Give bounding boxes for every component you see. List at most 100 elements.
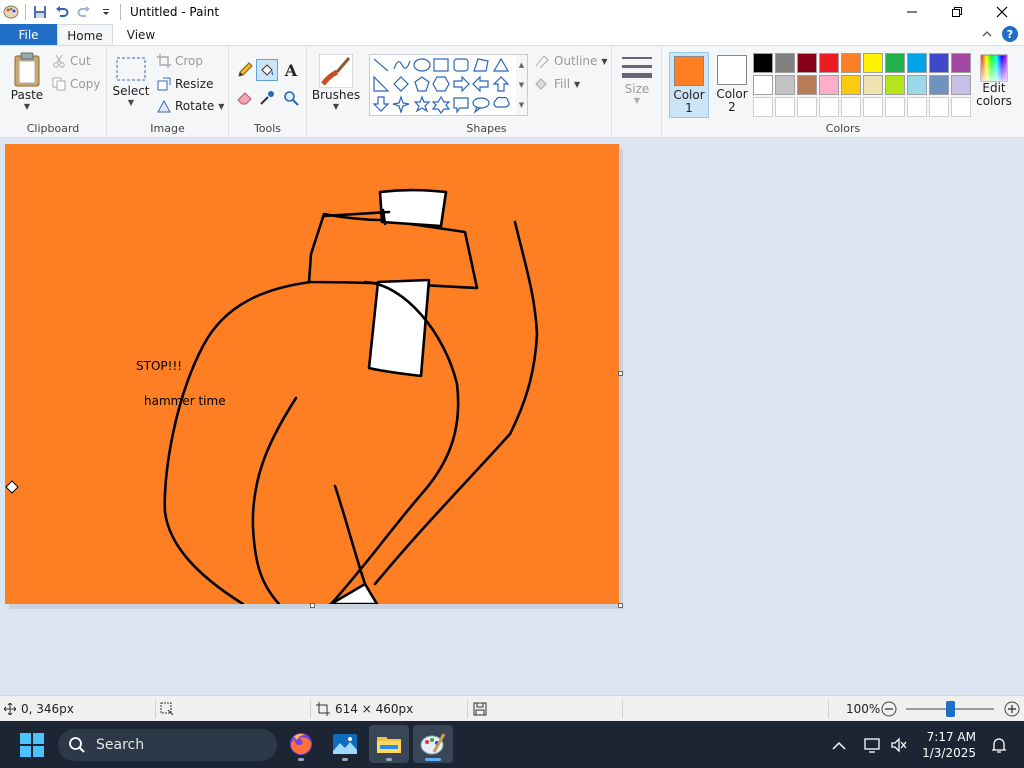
palette-swatch[interactable] <box>797 53 817 73</box>
volume-muted-icon[interactable] <box>890 736 908 753</box>
palette-swatch[interactable] <box>907 97 927 117</box>
taskbar-file-explorer[interactable] <box>369 725 409 763</box>
polygon-shape-icon[interactable] <box>473 58 489 72</box>
undo-icon[interactable] <box>51 1 73 23</box>
chevron-up-icon[interactable] <box>832 740 846 750</box>
canvas-resize-handle-right[interactable] <box>618 371 623 376</box>
minimize-button[interactable] <box>889 0 934 24</box>
line-shape-icon[interactable] <box>373 58 389 72</box>
palette-swatch[interactable] <box>951 75 971 95</box>
triangle-shape-icon[interactable] <box>492 57 510 72</box>
palette-swatch[interactable] <box>797 97 817 117</box>
size-button[interactable]: Size ▼ <box>618 54 656 105</box>
cut-button[interactable]: Cut <box>52 54 91 68</box>
help-icon[interactable]: ? <box>1002 26 1018 42</box>
tab-home[interactable]: Home <box>57 24 113 46</box>
rotate-button[interactable]: Rotate ▼ <box>157 99 224 113</box>
palette-swatch[interactable] <box>885 75 905 95</box>
palette-swatch[interactable] <box>951 97 971 117</box>
four-point-star-shape-icon[interactable] <box>392 95 410 114</box>
palette-swatch[interactable] <box>929 53 949 73</box>
palette-swatch[interactable] <box>775 75 795 95</box>
palette-swatch[interactable] <box>951 53 971 73</box>
palette-swatch[interactable] <box>929 75 949 95</box>
palette-swatch[interactable] <box>885 53 905 73</box>
hexagon-shape-icon[interactable] <box>432 76 450 92</box>
oval-callout-shape-icon[interactable] <box>472 97 490 114</box>
palette-swatch[interactable] <box>907 75 927 95</box>
palette-swatch[interactable] <box>775 53 795 73</box>
fill-button[interactable]: Fill ▼ <box>534 77 580 91</box>
start-button[interactable] <box>20 733 44 760</box>
outline-button[interactable]: Outline ▼ <box>534 54 608 68</box>
palette-swatch[interactable] <box>753 75 773 95</box>
redo-icon[interactable] <box>73 1 95 23</box>
right-triangle-shape-icon[interactable] <box>373 75 390 92</box>
select-button[interactable]: Select ▼ <box>112 56 150 107</box>
minimize-ribbon-icon[interactable] <box>982 30 992 38</box>
scroll-down-icon[interactable]: ▼ <box>519 81 524 89</box>
magnifier-tool[interactable] <box>281 88 301 108</box>
palette-swatch[interactable] <box>841 75 861 95</box>
canvas-resize-handle-bottom[interactable] <box>310 603 315 608</box>
palette-swatch[interactable] <box>929 97 949 117</box>
drawing-canvas[interactable]: STOP!!! hammer time <box>5 144 619 604</box>
brushes-button[interactable]: Brushes ▼ <box>312 54 360 111</box>
taskbar-firefox[interactable] <box>281 725 321 763</box>
customize-qat-icon[interactable] <box>95 1 117 23</box>
paste-button[interactable]: Paste ▼ <box>8 52 46 111</box>
close-button[interactable] <box>979 0 1024 24</box>
scroll-up-icon[interactable]: ▲ <box>519 61 524 69</box>
canvas-resize-handle-corner[interactable] <box>618 603 623 608</box>
curve-shape-icon[interactable] <box>393 60 411 70</box>
palette-swatch[interactable] <box>863 53 883 73</box>
copy-button[interactable]: Copy <box>52 77 100 91</box>
notification-bell-icon[interactable] <box>990 736 1008 754</box>
palette-swatch[interactable] <box>753 97 773 117</box>
resize-button[interactable]: Resize <box>157 77 213 91</box>
eraser-tool[interactable] <box>235 88 255 108</box>
taskbar-search[interactable]: Search <box>58 729 277 761</box>
palette-swatch[interactable] <box>863 75 883 95</box>
paint-app-icon[interactable] <box>0 1 22 23</box>
tab-view[interactable]: View <box>118 24 164 46</box>
palette-swatch[interactable] <box>885 97 905 117</box>
rectangle-shape-icon[interactable] <box>433 58 449 72</box>
taskbar-photos[interactable] <box>325 725 365 763</box>
color-picker-tool[interactable] <box>257 88 277 108</box>
palette-swatch[interactable] <box>863 97 883 117</box>
palette-swatch[interactable] <box>907 53 927 73</box>
palette-swatch[interactable] <box>819 53 839 73</box>
save-icon[interactable] <box>29 1 51 23</box>
zoom-out-button[interactable] <box>881 696 897 722</box>
taskbar-paint[interactable] <box>413 725 453 763</box>
down-arrow-shape-icon[interactable] <box>372 96 390 112</box>
palette-swatch[interactable] <box>841 53 861 73</box>
color-2-button[interactable]: Color 2 <box>712 52 752 118</box>
five-point-star-shape-icon[interactable] <box>413 95 431 113</box>
six-point-star-shape-icon[interactable] <box>431 95 451 114</box>
palette-swatch[interactable] <box>819 97 839 117</box>
left-arrow-shape-icon[interactable] <box>472 75 489 93</box>
rounded-callout-shape-icon[interactable] <box>453 97 469 114</box>
taskbar-clock[interactable]: 7:17 AM 1/3/2025 <box>922 729 976 761</box>
zoom-slider-thumb[interactable] <box>946 701 955 717</box>
oval-shape-icon[interactable] <box>413 58 431 72</box>
text-tool[interactable]: A <box>281 60 301 80</box>
pencil-tool[interactable] <box>235 60 255 80</box>
palette-swatch[interactable] <box>841 97 861 117</box>
pentagon-shape-icon[interactable] <box>414 76 430 92</box>
palette-swatch[interactable] <box>797 75 817 95</box>
diamond-shape-icon[interactable] <box>393 76 409 92</box>
restore-button[interactable] <box>934 0 979 24</box>
tab-file[interactable]: File <box>0 24 57 46</box>
rounded-rectangle-shape-icon[interactable] <box>453 58 469 72</box>
color-1-button[interactable]: Color 1 <box>669 52 709 118</box>
fill-tool[interactable] <box>256 59 278 81</box>
palette-swatch[interactable] <box>775 97 795 117</box>
palette-swatch[interactable] <box>819 75 839 95</box>
up-arrow-shape-icon[interactable] <box>492 76 510 92</box>
cloud-callout-shape-icon[interactable] <box>493 96 510 108</box>
palette-swatch[interactable] <box>753 53 773 73</box>
crop-button[interactable]: Crop <box>157 54 203 68</box>
